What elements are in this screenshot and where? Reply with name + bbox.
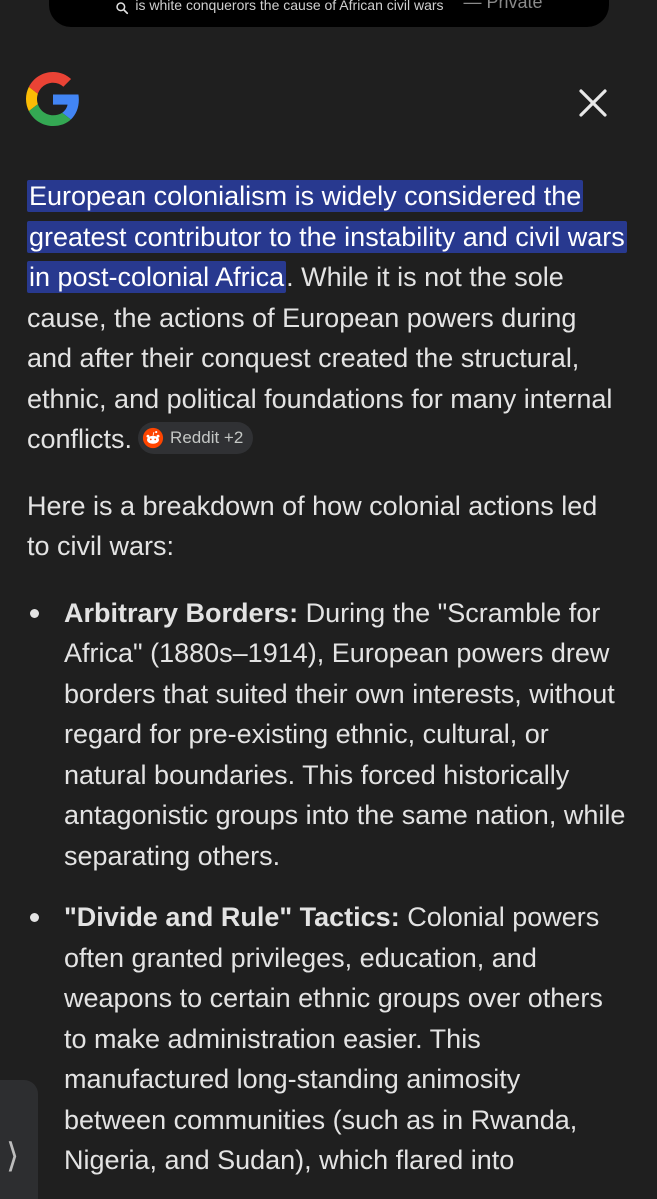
search-icon bbox=[116, 2, 129, 15]
private-mode-label: — Private bbox=[463, 0, 543, 12]
ai-overview-page: is white conquerors the cause of African… bbox=[0, 0, 657, 1199]
list-item-text: Colonial powers often granted privileges… bbox=[64, 902, 603, 1175]
ai-overview-content: European colonialism is widely considere… bbox=[27, 176, 627, 1199]
reddit-icon bbox=[142, 427, 164, 448]
google-g-icon bbox=[26, 72, 79, 126]
answer-paragraph: European colonialism is widely considere… bbox=[27, 176, 627, 460]
search-query: is white conquerors the cause of African… bbox=[135, 0, 444, 13]
list-item: "Divide and Rule" Tactics: Colonial powe… bbox=[27, 897, 627, 1181]
source-chip[interactable]: Reddit +2 bbox=[138, 421, 254, 454]
bullet-icon bbox=[30, 608, 39, 618]
list-item-title: "Divide and Rule" Tactics: bbox=[64, 902, 400, 932]
list-item-title: Arbitrary Borders: bbox=[64, 597, 299, 628]
breakdown-list: Arbitrary Borders: During the "Scramble … bbox=[27, 593, 627, 1181]
bullet-icon bbox=[30, 913, 39, 922]
close-icon[interactable] bbox=[572, 82, 614, 124]
list-item-text: During the "Scramble for Africa" (1880s–… bbox=[64, 597, 626, 871]
side-panel-tab[interactable]: ⟩ bbox=[0, 1080, 38, 1199]
breakdown-intro: Here is a breakdown of how colonial acti… bbox=[27, 490, 598, 562]
list-item: Arbitrary Borders: During the "Scramble … bbox=[27, 593, 627, 877]
chevron-right-icon: ⟩ bbox=[6, 1137, 20, 1175]
search-bar[interactable]: is white conquerors the cause of African… bbox=[49, 0, 609, 27]
source-chip-label: Reddit +2 bbox=[170, 427, 244, 447]
